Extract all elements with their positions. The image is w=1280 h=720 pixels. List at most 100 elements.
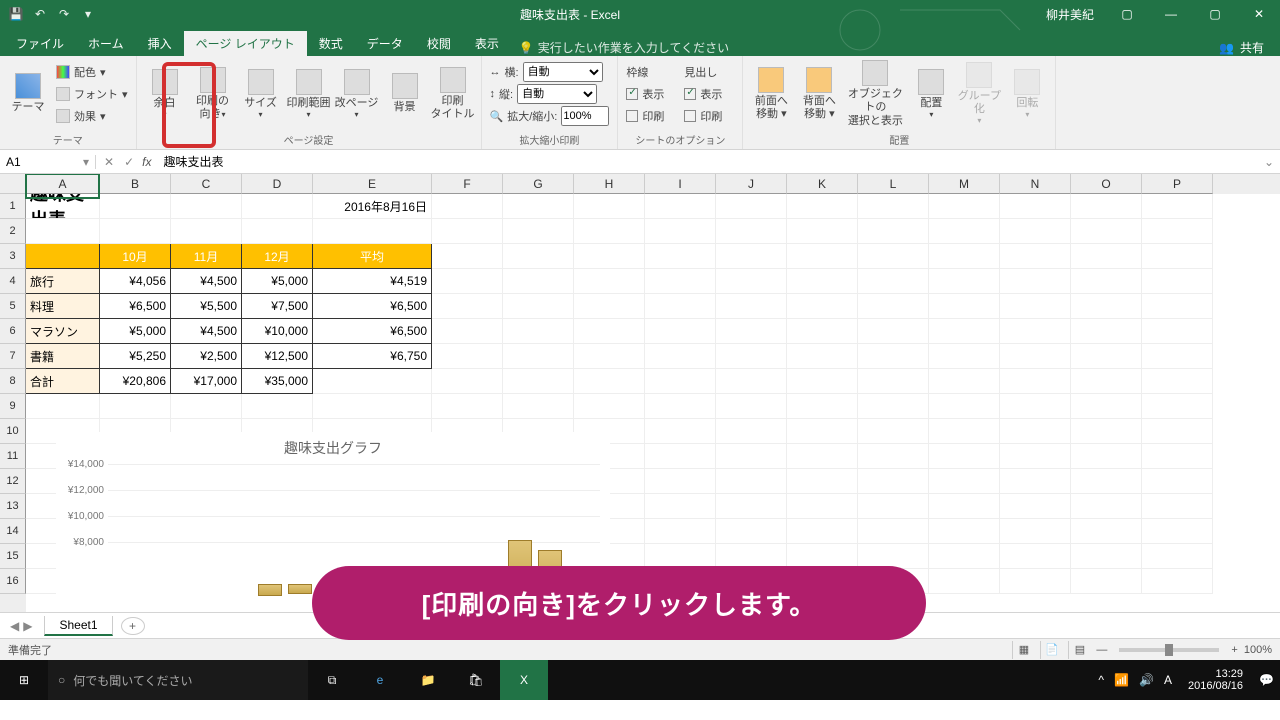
cell-B1[interactable]: [100, 194, 171, 219]
cell-I13[interactable]: [645, 494, 716, 519]
cell-F9[interactable]: [432, 394, 503, 419]
cell-F6[interactable]: [432, 319, 503, 344]
explorer-icon[interactable]: 📁: [404, 660, 452, 700]
cell-I11[interactable]: [645, 444, 716, 469]
cell-C3[interactable]: 11月: [171, 244, 242, 269]
cell-A9[interactable]: [26, 394, 100, 419]
cell-M15[interactable]: [929, 544, 1000, 569]
cell-N2[interactable]: [1000, 219, 1071, 244]
cell-H4[interactable]: [574, 269, 645, 294]
cell-N8[interactable]: [1000, 369, 1071, 394]
cell-I7[interactable]: [645, 344, 716, 369]
cell-M6[interactable]: [929, 319, 1000, 344]
gridlines-view-check[interactable]: 表示: [624, 84, 678, 104]
cell-N9[interactable]: [1000, 394, 1071, 419]
name-box-input[interactable]: [6, 155, 66, 169]
col-header-K[interactable]: K: [787, 174, 858, 194]
cell-M11[interactable]: [929, 444, 1000, 469]
cell-M2[interactable]: [929, 219, 1000, 244]
row-header-11[interactable]: 11: [0, 444, 26, 469]
ime-indicator[interactable]: A: [1164, 673, 1172, 687]
cell-B9[interactable]: [100, 394, 171, 419]
cell-H2[interactable]: [574, 219, 645, 244]
row-header-13[interactable]: 13: [0, 494, 26, 519]
cell-L6[interactable]: [858, 319, 929, 344]
align-button[interactable]: 配置▾: [909, 60, 953, 128]
cell-H6[interactable]: [574, 319, 645, 344]
cell-I14[interactable]: [645, 519, 716, 544]
cell-M5[interactable]: [929, 294, 1000, 319]
row-header-7[interactable]: 7: [0, 344, 26, 369]
view-page-layout-icon[interactable]: 📄: [1040, 641, 1062, 659]
cell-A6[interactable]: マラソン: [26, 319, 100, 344]
cell-E1[interactable]: 2016年8月16日: [313, 194, 432, 219]
row-header-8[interactable]: 8: [0, 369, 26, 394]
excel-taskbar-icon[interactable]: X: [500, 660, 548, 700]
cell-K4[interactable]: [787, 269, 858, 294]
cell-N11[interactable]: [1000, 444, 1071, 469]
col-header-B[interactable]: B: [100, 174, 171, 194]
effects-button[interactable]: 効果 ▾: [54, 106, 130, 126]
view-normal-icon[interactable]: ▦: [1012, 641, 1034, 659]
cell-E8[interactable]: [313, 369, 432, 394]
ribbon-options-icon[interactable]: ▢: [1106, 0, 1148, 28]
cell-F8[interactable]: [432, 369, 503, 394]
cell-G2[interactable]: [503, 219, 574, 244]
cell-M8[interactable]: [929, 369, 1000, 394]
scale-input[interactable]: [561, 106, 609, 126]
share-button[interactable]: 👥 共有: [1219, 39, 1276, 56]
cell-P14[interactable]: [1142, 519, 1213, 544]
print-area-button[interactable]: 印刷範囲▾: [287, 60, 331, 128]
cell-P3[interactable]: [1142, 244, 1213, 269]
name-box[interactable]: ▾: [0, 155, 96, 169]
col-header-E[interactable]: E: [313, 174, 432, 194]
cell-C9[interactable]: [171, 394, 242, 419]
cell-L11[interactable]: [858, 444, 929, 469]
cell-N7[interactable]: [1000, 344, 1071, 369]
cell-P4[interactable]: [1142, 269, 1213, 294]
cell-H7[interactable]: [574, 344, 645, 369]
cell-D8[interactable]: ¥35,000: [242, 369, 313, 394]
start-button[interactable]: ⊞: [0, 660, 48, 700]
cell-G9[interactable]: [503, 394, 574, 419]
cell-N14[interactable]: [1000, 519, 1071, 544]
col-header-L[interactable]: L: [858, 174, 929, 194]
zoom-level[interactable]: 100%: [1244, 644, 1272, 656]
cell-P6[interactable]: [1142, 319, 1213, 344]
cell-O14[interactable]: [1071, 519, 1142, 544]
cell-N13[interactable]: [1000, 494, 1071, 519]
fonts-button[interactable]: フォント ▾: [54, 84, 130, 104]
row-header-2[interactable]: 2: [0, 219, 26, 244]
cell-O8[interactable]: [1071, 369, 1142, 394]
row-header-9[interactable]: 9: [0, 394, 26, 419]
cell-B2[interactable]: [100, 219, 171, 244]
network-icon[interactable]: 📶: [1114, 673, 1129, 687]
cell-J14[interactable]: [716, 519, 787, 544]
cell-J3[interactable]: [716, 244, 787, 269]
cell-N16[interactable]: [1000, 569, 1071, 594]
cell-A2[interactable]: [26, 219, 100, 244]
enter-icon[interactable]: ✓: [124, 155, 134, 169]
cell-A4[interactable]: 旅行: [26, 269, 100, 294]
cell-J13[interactable]: [716, 494, 787, 519]
cell-E6[interactable]: ¥6,500: [313, 319, 432, 344]
spreadsheet-grid[interactable]: 12345678910111213141516 ABCDEFGHIJKLMNOP…: [0, 174, 1280, 612]
row-header-1[interactable]: 1: [0, 194, 26, 219]
cell-K11[interactable]: [787, 444, 858, 469]
cell-N3[interactable]: [1000, 244, 1071, 269]
cell-P10[interactable]: [1142, 419, 1213, 444]
cell-J6[interactable]: [716, 319, 787, 344]
sheet-tab-sheet1[interactable]: Sheet1: [44, 616, 112, 636]
cell-F7[interactable]: [432, 344, 503, 369]
cell-K2[interactable]: [787, 219, 858, 244]
cell-D1[interactable]: [242, 194, 313, 219]
col-header-F[interactable]: F: [432, 174, 503, 194]
cell-I1[interactable]: [645, 194, 716, 219]
cell-N5[interactable]: [1000, 294, 1071, 319]
cortana-search[interactable]: ○ 何でも聞いてください: [48, 660, 308, 700]
cell-O13[interactable]: [1071, 494, 1142, 519]
cell-J11[interactable]: [716, 444, 787, 469]
cell-C6[interactable]: ¥4,500: [171, 319, 242, 344]
cell-K3[interactable]: [787, 244, 858, 269]
view-page-break-icon[interactable]: ▤: [1068, 641, 1090, 659]
